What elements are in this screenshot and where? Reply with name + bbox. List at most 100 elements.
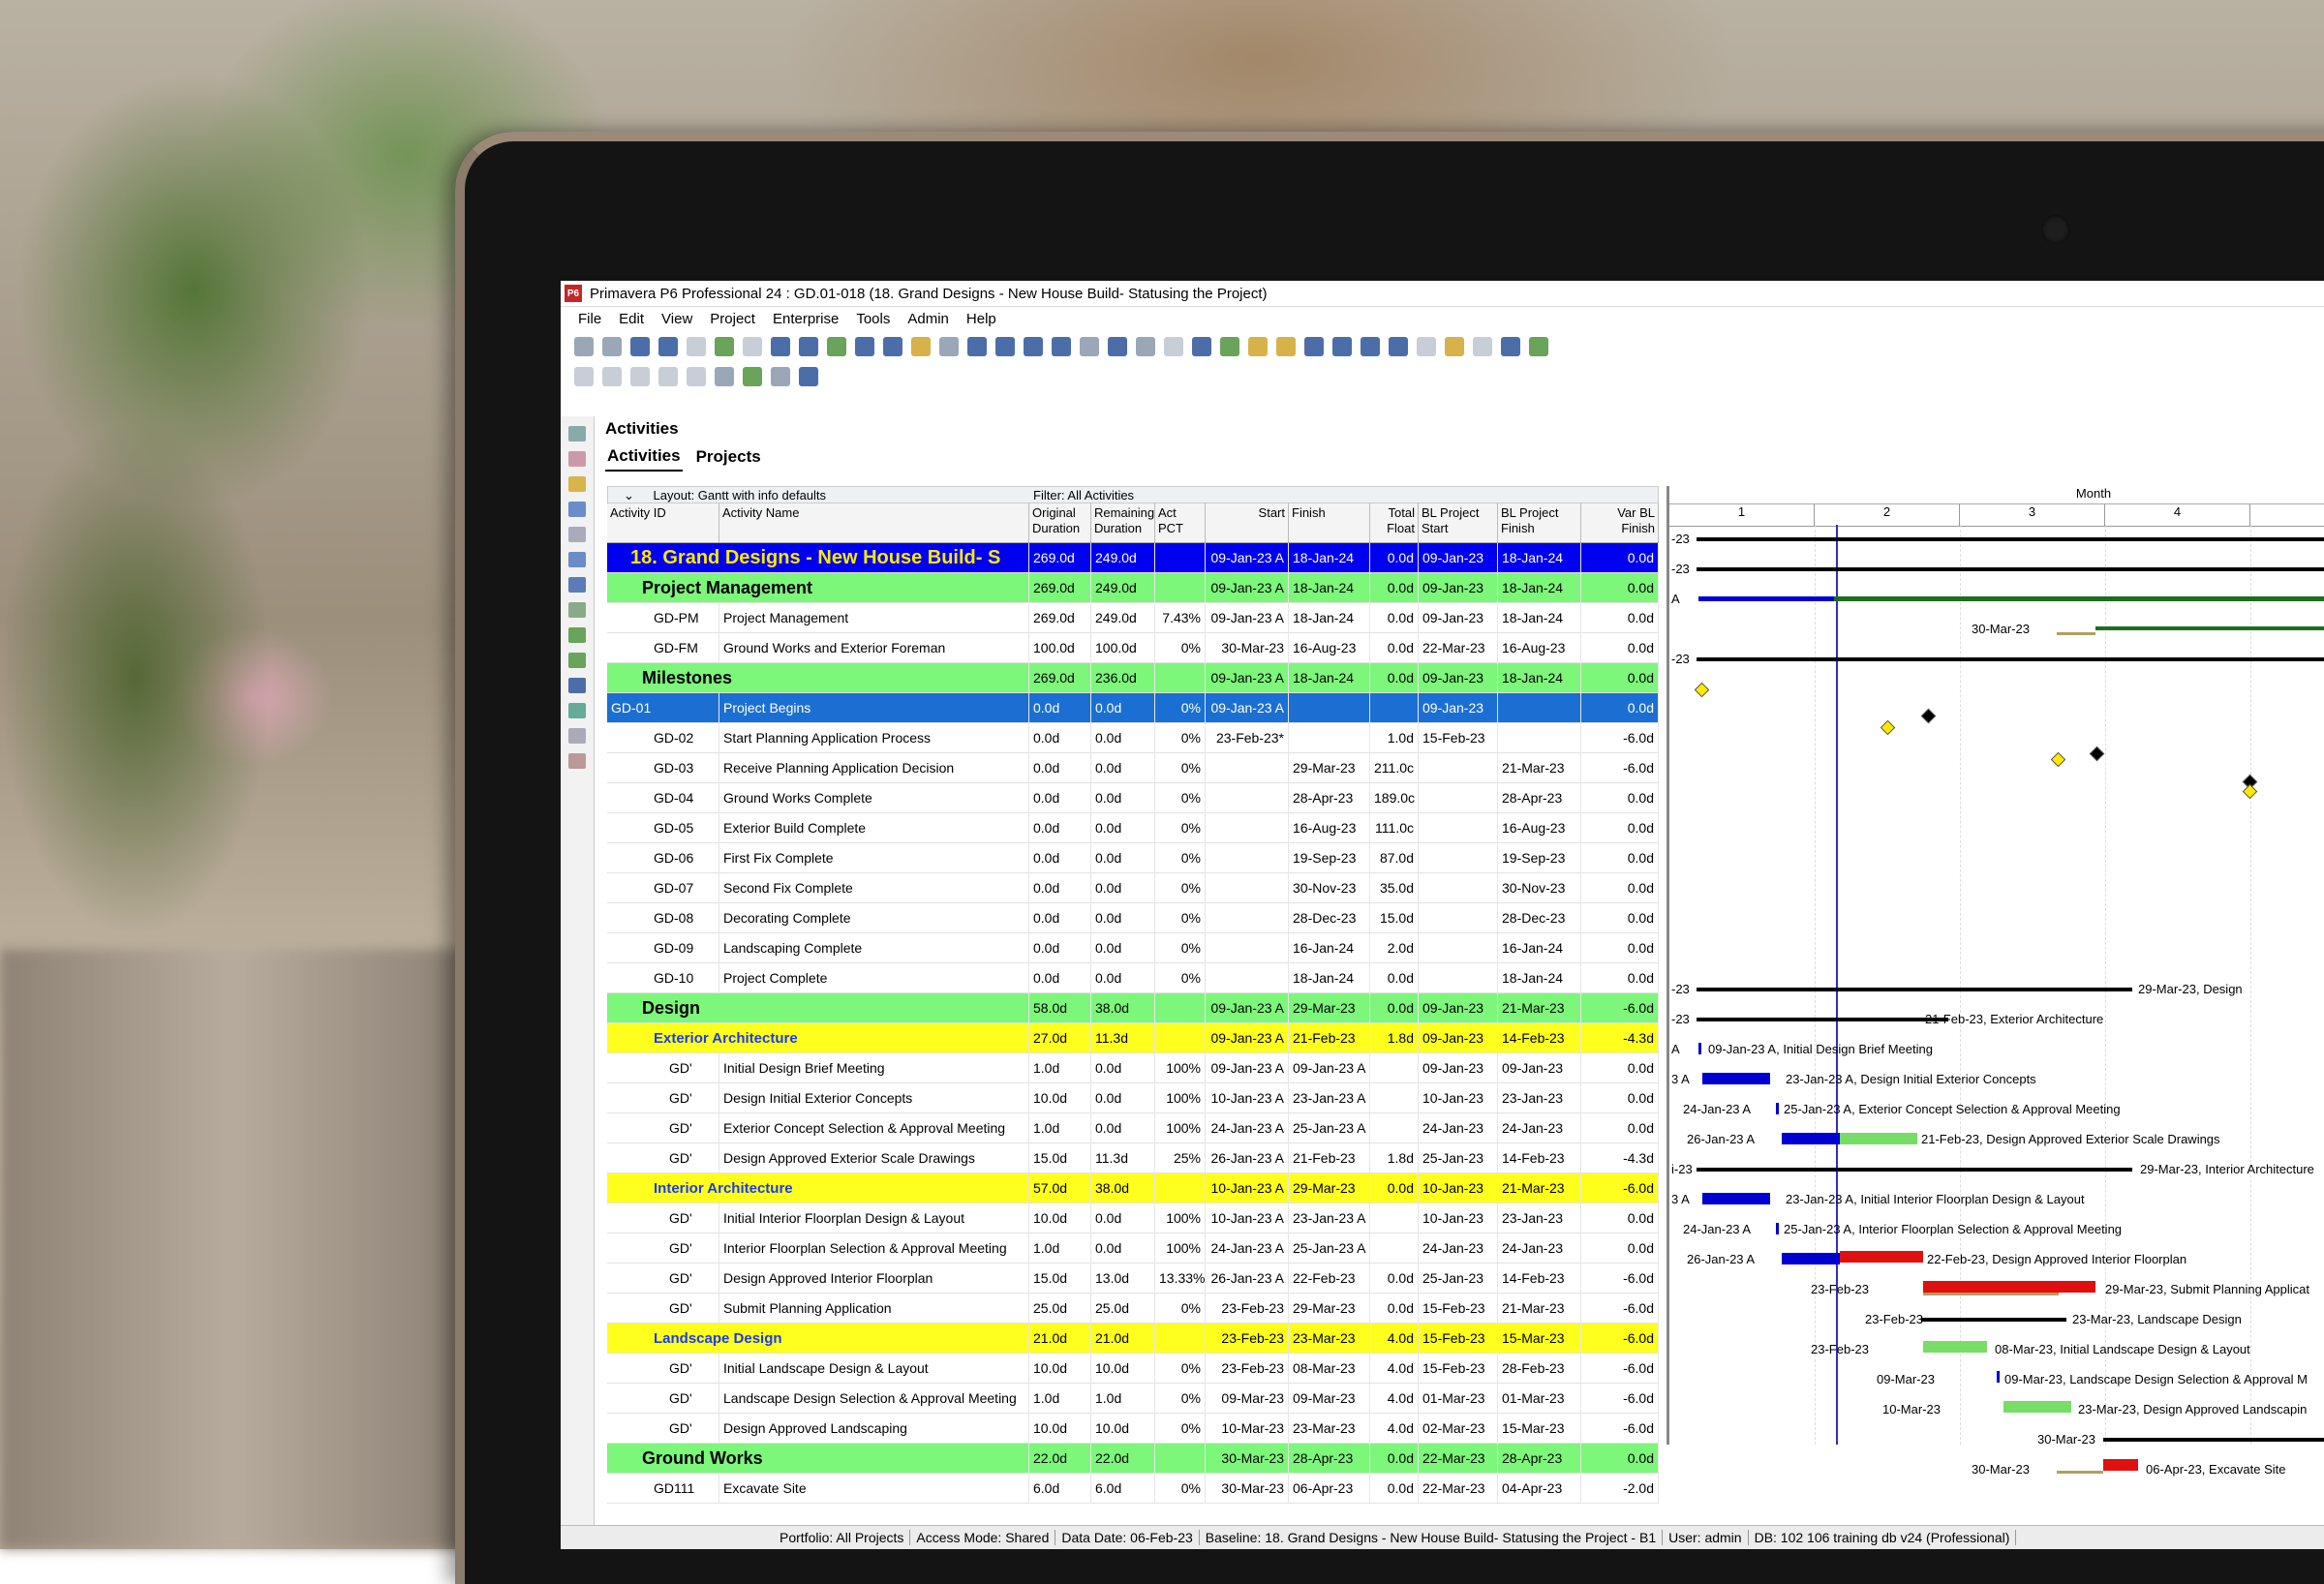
table-row[interactable]: GD' Design Approved Exterior Scale Drawin… (607, 1142, 1659, 1173)
cell-bls[interactable] (1419, 752, 1498, 783)
table-row[interactable]: GD-05 Exterior Build Complete 0.0d 0.0d 0% 16… (607, 812, 1659, 843)
cell-pct[interactable]: 0% (1155, 632, 1206, 663)
cell-tf[interactable] (1370, 1112, 1419, 1143)
cell-pct[interactable]: 0% (1155, 722, 1206, 753)
cell-od[interactable]: 269.0d (1029, 572, 1091, 603)
cell-pct[interactable]: 0% (1155, 872, 1206, 903)
col-finish[interactable]: Finish (1289, 503, 1370, 542)
cell-pct[interactable]: 0% (1155, 752, 1206, 783)
cell-tf[interactable]: 4.0d (1370, 1323, 1419, 1354)
cell-name[interactable]: Project Management (719, 602, 1029, 633)
gantt-bar[interactable] (1782, 1133, 1840, 1144)
cell-bls[interactable]: 02-Mar-23 (1419, 1413, 1498, 1444)
cell-id[interactable]: Ground Works (607, 1443, 1029, 1474)
cell-blf[interactable]: 19-Sep-23 (1498, 842, 1581, 873)
cell-id[interactable]: GD' (607, 1383, 719, 1414)
cell-od[interactable]: 0.0d (1029, 782, 1091, 813)
col-original-duration[interactable]: Original Duration (1029, 503, 1091, 542)
cell-tf[interactable] (1370, 692, 1419, 723)
cell-rd[interactable]: 0.0d (1091, 962, 1155, 993)
cell-bls[interactable]: 10-Jan-23 (1419, 1082, 1498, 1113)
wbs-nav-icon[interactable] (568, 552, 586, 567)
cell-start[interactable]: 09-Jan-23 A (1206, 662, 1289, 693)
cell-bls[interactable]: 24-Jan-23 (1419, 1233, 1498, 1264)
cell-name[interactable]: Exterior Concept Selection & Approval Me… (719, 1112, 1029, 1143)
cell-name[interactable]: Ground Works Complete (719, 782, 1029, 813)
cell-name[interactable]: Design Initial Exterior Concepts (719, 1082, 1029, 1113)
table-row[interactable]: GD-03 Receive Planning Application Decisi… (607, 752, 1659, 783)
cell-id[interactable]: Milestones (607, 662, 1029, 693)
cell-od[interactable]: 27.0d (1029, 1022, 1091, 1053)
cell-pct[interactable] (1155, 1173, 1206, 1203)
cell-pct[interactable] (1155, 1443, 1206, 1474)
cell-tf[interactable]: 4.0d (1370, 1413, 1419, 1444)
folder-icon[interactable] (743, 367, 762, 386)
cell-name[interactable]: Design Approved Landscaping (719, 1413, 1029, 1444)
wbs-row[interactable]: Exterior Architecture 27.0d 11.3d 09-Jan-23… (607, 1022, 1659, 1053)
work-products-nav-icon[interactable] (568, 703, 586, 718)
cell-pct[interactable] (1155, 1022, 1206, 1053)
col-act-pct[interactable]: Act PCT (1155, 503, 1206, 542)
cell-id[interactable]: 18. Grand Designs - New House Build- S (607, 542, 1029, 573)
cell-finish[interactable]: 18-Jan-24 (1289, 962, 1370, 993)
zoom-fit-icon[interactable] (1417, 337, 1436, 356)
cell-blf[interactable]: 28-Apr-23 (1498, 782, 1581, 813)
notes-icon[interactable] (1445, 337, 1464, 356)
cell-bls[interactable]: 09-Jan-23 (1419, 1052, 1498, 1083)
cell-start[interactable]: 10-Jan-23 A (1206, 1173, 1289, 1203)
milestone-diamond[interactable] (1920, 708, 1937, 724)
activities-nav-icon[interactable] (568, 577, 586, 593)
col-bl-project-finish[interactable]: BL Project Finish (1498, 503, 1581, 542)
cell-rd[interactable]: 0.0d (1091, 1082, 1155, 1113)
cell-bls[interactable]: 25-Jan-23 (1419, 1142, 1498, 1173)
cell-blf[interactable]: 18-Jan-24 (1498, 962, 1581, 993)
cell-tf[interactable]: 0.0d (1370, 1473, 1419, 1504)
layout-selector[interactable]: ⌄ Layout: Gantt with info defaults (608, 487, 841, 503)
table-row[interactable]: GD111 Excavate Site 6.0d 6.0d 0% 30-Mar-23 06-… (607, 1473, 1659, 1504)
resources-nav-icon[interactable] (568, 476, 586, 492)
cell-bls[interactable]: 15-Feb-23 (1419, 1353, 1498, 1384)
cell-id[interactable]: GD111 (607, 1473, 719, 1504)
col-remaining-duration[interactable]: Remaining Duration (1091, 503, 1155, 542)
cell-bls[interactable] (1419, 962, 1498, 993)
cell-blf[interactable]: 30-Nov-23 (1498, 872, 1581, 903)
cell-vbl[interactable]: 0.0d (1581, 1112, 1659, 1143)
activity-network-icon[interactable] (687, 337, 706, 356)
cell-rd[interactable]: 0.0d (1091, 722, 1155, 753)
cell-vbl[interactable]: 0.0d (1581, 632, 1659, 663)
wbs-row[interactable]: Design 58.0d 38.0d 09-Jan-23 A 29-Mar-23 0.0d… (607, 992, 1659, 1023)
cell-vbl[interactable]: -6.0d (1581, 1323, 1659, 1354)
tab-activities[interactable]: Activities (605, 442, 683, 472)
open-icon[interactable] (911, 337, 931, 356)
cut-icon[interactable] (574, 367, 594, 386)
cell-rd[interactable]: 0.0d (1091, 1203, 1155, 1234)
cell-tf[interactable] (1370, 1203, 1419, 1234)
cell-name[interactable]: First Fix Complete (719, 842, 1029, 873)
cell-vbl[interactable]: 0.0d (1581, 1082, 1659, 1113)
cell-bls[interactable]: 01-Mar-23 (1419, 1383, 1498, 1414)
cell-start[interactable]: 09-Jan-23 A (1206, 1052, 1289, 1083)
cell-bls[interactable] (1419, 782, 1498, 813)
cell-pct[interactable] (1155, 662, 1206, 693)
cell-id[interactable]: GD-02 (607, 722, 719, 753)
cell-blf[interactable] (1498, 692, 1581, 723)
gantt-bar-baseline[interactable] (2057, 1471, 2103, 1474)
report-icon[interactable] (883, 337, 902, 356)
cell-rd[interactable]: 10.0d (1091, 1353, 1155, 1384)
table-row[interactable]: GD' Initial Interior Floorplan Design & L… (607, 1203, 1659, 1234)
cell-bls[interactable]: 15-Feb-23 (1419, 722, 1498, 753)
cell-od[interactable]: 1.0d (1029, 1052, 1091, 1083)
cell-blf[interactable]: 18-Jan-24 (1498, 572, 1581, 603)
cell-tf[interactable]: 0.0d (1370, 1293, 1419, 1324)
cell-tf[interactable]: 15.0d (1370, 902, 1419, 933)
col-var-bl-finish[interactable]: Var BL Finish (1581, 503, 1659, 542)
cell-tf[interactable]: 1.8d (1370, 1142, 1419, 1173)
cell-tf[interactable] (1370, 1233, 1419, 1264)
gantt-summary-bar[interactable] (1921, 1318, 2066, 1322)
add-icon[interactable] (658, 367, 678, 386)
wbs-row[interactable]: Milestones 269.0d 236.0d 09-Jan-23 A 18-Jan-… (607, 662, 1659, 693)
cell-bls[interactable] (1419, 842, 1498, 873)
cell-name[interactable]: Project Begins (719, 692, 1029, 723)
paste-icon[interactable] (630, 367, 650, 386)
cell-od[interactable]: 57.0d (1029, 1173, 1091, 1203)
